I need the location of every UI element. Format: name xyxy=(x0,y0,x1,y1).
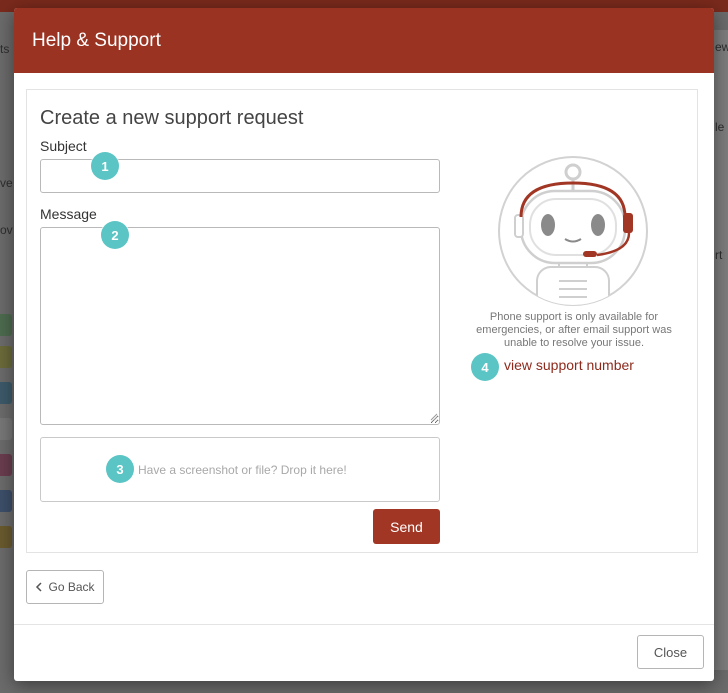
background-chip xyxy=(0,346,12,368)
message-textarea[interactable] xyxy=(40,227,440,425)
message-label: Message xyxy=(40,206,97,222)
background-text-fragment: ov xyxy=(0,223,13,237)
background-chip xyxy=(0,382,12,404)
step-badge: 2 xyxy=(101,221,129,249)
background-text-fragment: le xyxy=(715,120,725,134)
support-request-card: Create a new support request Subject Mes… xyxy=(26,89,698,553)
go-back-button[interactable]: Go Back xyxy=(26,570,104,604)
close-button[interactable]: Close xyxy=(637,635,704,669)
step-badge: 3 xyxy=(106,455,134,483)
step-badge: 1 xyxy=(91,152,119,180)
send-button[interactable]: Send xyxy=(373,509,440,544)
background-text-fragment: ts xyxy=(0,42,10,56)
phone-support-note: Phone support is only available for emer… xyxy=(476,311,672,349)
background-text-fragment: rt xyxy=(715,248,723,262)
dropzone-text: Have a screenshot or file? Drop it here! xyxy=(138,463,347,477)
modal-title: Help & Support xyxy=(32,30,161,51)
resize-grip-icon[interactable] xyxy=(430,413,438,421)
go-back-label: Go Back xyxy=(48,580,95,594)
background-chip xyxy=(0,314,12,336)
background-chip xyxy=(0,454,12,476)
robot-mascot-illustration xyxy=(498,156,648,306)
form-heading: Create a new support request xyxy=(40,107,304,129)
chevron-left-icon xyxy=(36,582,43,592)
help-support-modal: Help & Support Create a new support requ… xyxy=(14,8,714,681)
background-text-fragment: ew xyxy=(715,40,728,54)
background-chip xyxy=(0,418,12,440)
view-support-number-link[interactable]: view support number xyxy=(504,357,634,373)
footer-divider xyxy=(14,624,714,625)
modal-header: Help & Support xyxy=(14,8,714,73)
background-chip xyxy=(0,526,12,548)
background-chip xyxy=(0,490,12,512)
subject-label: Subject xyxy=(40,138,87,154)
file-dropzone[interactable]: Have a screenshot or file? Drop it here! xyxy=(40,437,440,502)
background-text-fragment: ve xyxy=(0,176,13,190)
step-badge: 4 xyxy=(471,353,499,381)
